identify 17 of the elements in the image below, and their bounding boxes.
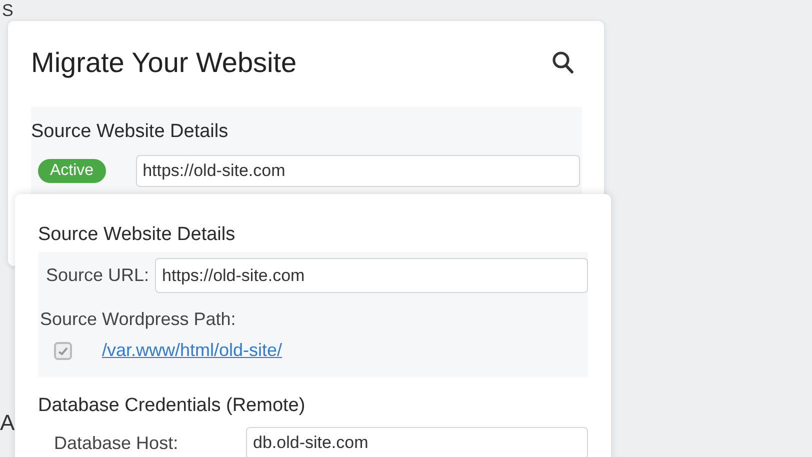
page-title: Migrate Your Website <box>31 47 297 79</box>
section-heading: Database Credentials (Remote) <box>38 395 306 417</box>
checkbox[interactable] <box>54 342 72 360</box>
section-heading: Source Website Details <box>31 121 230 143</box>
status-badge: Active <box>38 159 106 183</box>
background-heading-text: S <box>2 1 14 20</box>
field-label: Database Host: <box>54 432 180 454</box>
field-label: Source Wordpress Path: <box>40 309 236 329</box>
url-field[interactable]: https://old-site.com <box>136 155 580 187</box>
background-text: A <box>0 410 15 436</box>
section-heading: Source Website Details <box>38 224 236 246</box>
path-link[interactable]: /var.www/html/old-site/ <box>102 340 282 361</box>
field-label: Source URL: <box>46 265 150 286</box>
search-icon[interactable] <box>552 51 574 75</box>
check-icon <box>58 346 68 356</box>
url-field[interactable]: https://old-site.com <box>155 258 588 293</box>
host-field[interactable]: db.old-site.com <box>246 427 588 457</box>
